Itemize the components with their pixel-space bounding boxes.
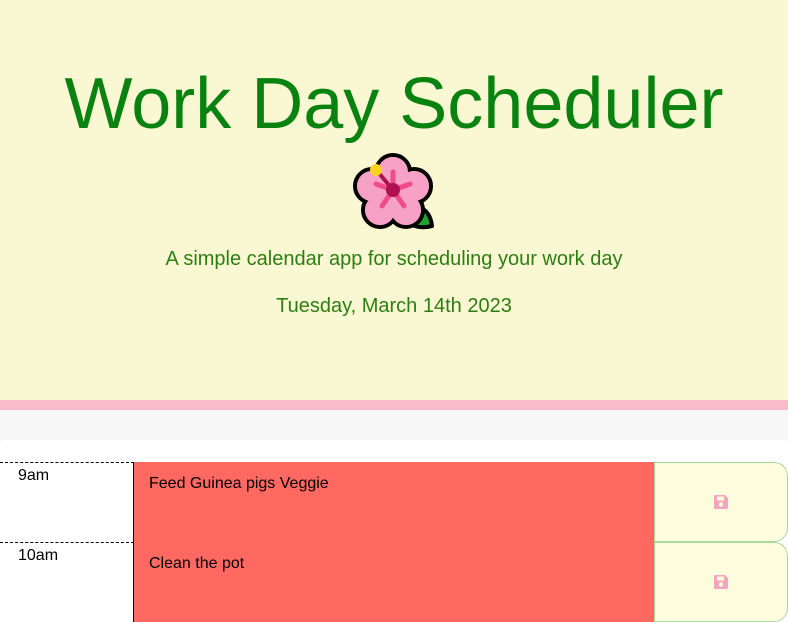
header-divider [0,400,788,410]
description-input[interactable]: Clean the pot [134,542,654,622]
timeblock-container: 9am Feed Guinea pigs Veggie 10am Clean t… [0,410,788,622]
container-top-strip [0,410,788,444]
save-button[interactable] [654,542,788,622]
hibiscus-flower-icon [353,153,434,230]
current-day: Tuesday, March 14th 2023 [276,295,512,317]
description-input[interactable]: Feed Guinea pigs Veggie [134,462,654,542]
time-block: 10am Clean the pot [0,542,788,622]
container-top-edge [0,440,788,444]
save-button[interactable] [654,462,788,542]
hour-label: 10am [0,542,134,622]
time-block: 9am Feed Guinea pigs Veggie [0,462,788,542]
floppy-disk-icon [714,575,728,589]
hour-label: 9am [0,462,134,542]
subtitle: A simple calendar app for scheduling you… [165,248,623,270]
floppy-disk-icon [714,495,728,509]
page-title: Work Day Scheduler [64,64,724,144]
header: Work Day Scheduler A simple calendar app… [0,0,788,400]
